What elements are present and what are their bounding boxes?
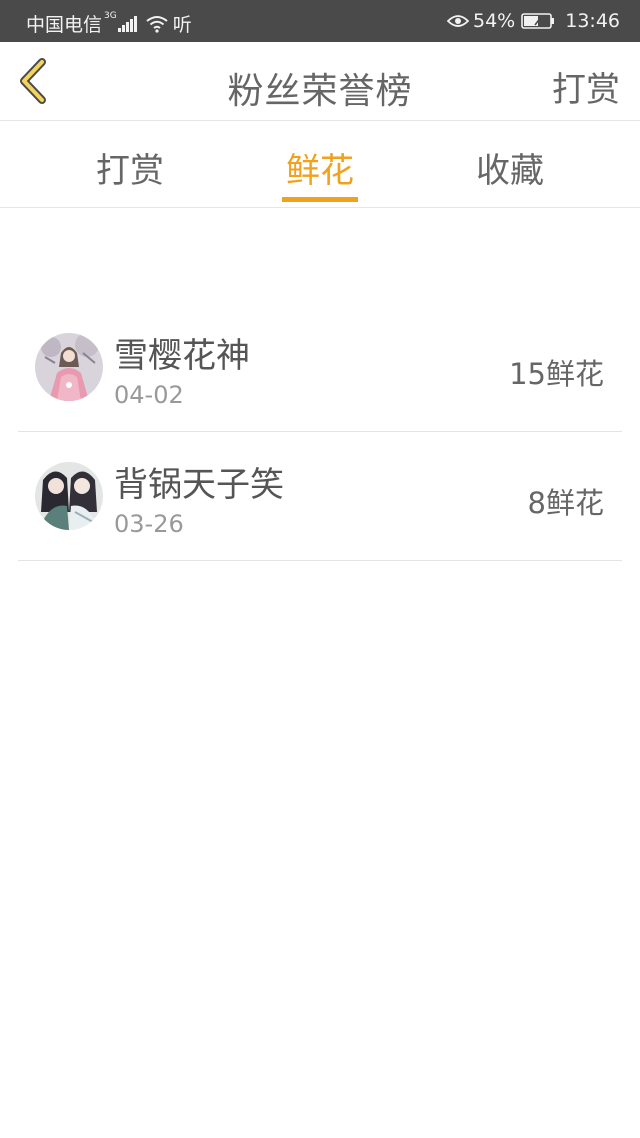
fan-name: 雪樱花神 — [114, 336, 250, 376]
flower-count: 8鲜花 — [527, 486, 604, 520]
tab-bar: 打赏 鲜花 收藏 — [0, 121, 640, 208]
fan-list: 雪樱花神 04-02 15鲜花 背锅天子笑 03-26 8鲜花 — [18, 303, 622, 561]
listen-indicator: 听 — [172, 14, 192, 36]
fan-date: 03-26 — [114, 510, 184, 538]
fan-name: 背锅天子笑 — [114, 465, 284, 505]
battery-icon — [521, 13, 555, 29]
battery-percent: 54% — [473, 10, 516, 32]
anime-girl-pink-avatar-icon — [35, 333, 103, 401]
status-left: 中国电信 3G 听 — [26, 10, 192, 37]
signal-icon — [117, 15, 138, 32]
eye-icon — [447, 15, 469, 27]
avatar — [35, 462, 103, 530]
status-right: 54% 13:46 — [447, 10, 620, 32]
wifi-icon — [146, 15, 168, 33]
avatar — [35, 333, 103, 401]
tab-flowers[interactable]: 鲜花 — [260, 143, 380, 192]
status-bar: 中国电信 3G 听 54% 13:46 — [0, 0, 640, 42]
carrier-label: 中国电信 — [26, 14, 103, 36]
header-bar: 粉丝荣誉榜 打赏 — [0, 42, 640, 121]
tab-favorites[interactable]: 收藏 — [450, 143, 570, 192]
page-title: 粉丝荣誉榜 — [227, 71, 413, 112]
list-item[interactable]: 雪樱花神 04-02 15鲜花 — [18, 303, 622, 432]
tab-reward[interactable]: 打赏 — [70, 143, 190, 192]
fan-date: 04-02 — [114, 381, 184, 409]
anime-pair-avatar-icon — [35, 462, 103, 530]
network-type: 3G — [104, 10, 117, 21]
clock: 13:46 — [565, 10, 620, 32]
reward-button[interactable]: 打赏 — [552, 62, 620, 111]
flower-count: 15鲜花 — [509, 357, 604, 391]
list-item[interactable]: 背锅天子笑 03-26 8鲜花 — [18, 432, 622, 561]
active-tab-indicator — [282, 197, 358, 202]
